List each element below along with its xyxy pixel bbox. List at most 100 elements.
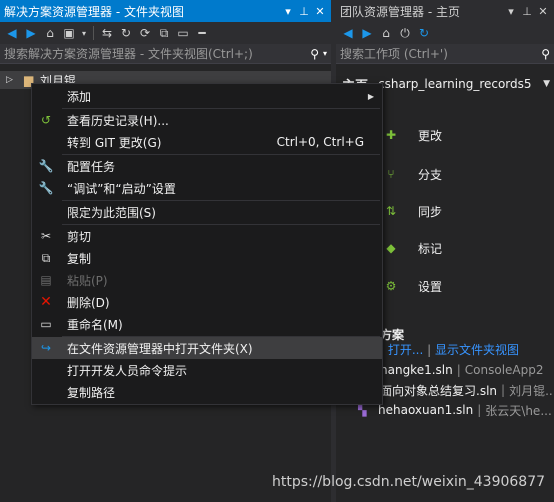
menu-item-paste: ▤ 粘贴(P): [32, 269, 382, 291]
pin-icon[interactable]: ⊥: [297, 5, 311, 18]
search-icon[interactable]: ⚲: [310, 47, 319, 61]
menu-item-view-history[interactable]: ↺ 查看历史记录(H)...: [32, 109, 382, 131]
toolbar-separator: [93, 26, 94, 40]
watermark: https://blog.csdn.net/weixin_43906877: [272, 474, 546, 490]
solution-name: hehaoxuan1.sln: [378, 403, 474, 417]
refresh-icon[interactable]: ⟳: [137, 25, 153, 41]
solution-item[interactable]: 面向对象总结复习.sln | 刘月锟...: [380, 381, 554, 399]
menu-item-label: “调试”和“启动”设置: [67, 181, 176, 196]
search-options-icon[interactable]: ▾: [323, 49, 327, 58]
action-label: 更改: [418, 128, 443, 143]
wrench-icon: 🔧: [38, 159, 54, 173]
sync-icon[interactable]: ↻: [118, 25, 134, 41]
solution-file-icon: ▚: [358, 403, 367, 417]
cut-icon: ✂: [40, 229, 52, 243]
menu-item-configure-tasks[interactable]: 🔧 配置任务: [32, 155, 382, 177]
copy-icon: ⧉: [41, 250, 51, 265]
settings-icon: ⚙: [385, 279, 397, 293]
work-items-search[interactable]: 搜索工作项 (Ctrl+') ⚲: [336, 44, 554, 64]
dropdown-icon[interactable]: ▾: [504, 5, 518, 18]
close-icon[interactable]: ✕: [536, 5, 550, 18]
repository-name: csharp_learning_records5: [378, 77, 532, 91]
switch-views-icon[interactable]: ▣: [61, 25, 77, 41]
tag-icon: ◆: [386, 241, 396, 255]
menu-item-label: 粘贴(P): [67, 273, 108, 288]
menu-item-label: 复制: [67, 251, 92, 266]
open-folder-icon: ↪: [40, 341, 52, 355]
back-icon[interactable]: ◀: [4, 25, 20, 41]
menu-item-label: 剪切: [67, 229, 92, 244]
solutions-links: | 打开... | 显示文件夹视图: [380, 343, 519, 357]
changes-icon: ✚: [385, 128, 397, 142]
paste-icon: ▤: [40, 273, 52, 287]
chevron-down-icon[interactable]: ▼: [543, 79, 550, 89]
menu-item-label: 转到 GIT 更改(G): [67, 135, 162, 150]
pin-icon[interactable]: ⊥: [520, 5, 534, 18]
wrench-icon: 🔧: [38, 181, 54, 195]
settings-button[interactable]: ⚙ 设置: [380, 271, 554, 301]
action-label: 设置: [418, 279, 443, 294]
menu-item-scope-to-this[interactable]: 限定为此范围(S): [32, 201, 382, 223]
forward-icon[interactable]: ▶: [23, 25, 39, 41]
open-solution-link[interactable]: 打开...: [388, 343, 423, 357]
solution-item[interactable]: ▚ hehaoxuan1.sln | 张云天\he...: [358, 401, 552, 419]
search-input[interactable]: 搜索解决方案资源管理器 - 文件夹视图(Ctrl+;): [4, 45, 306, 62]
solution-path: 刘月锟...: [509, 383, 554, 398]
separator: |: [456, 363, 461, 377]
rename-icon: ▭: [40, 317, 52, 331]
collapse-all-icon[interactable]: ⧉: [156, 25, 172, 41]
submenu-arrow-icon: ▶: [367, 91, 374, 101]
menu-item-rename[interactable]: ▭ 重命名(M): [32, 313, 382, 335]
search-input[interactable]: 搜索工作项 (Ctrl+'): [340, 45, 537, 62]
menu-item-shortcut: Ctrl+0, Ctrl+G: [276, 135, 364, 149]
properties-icon[interactable]: ━: [194, 25, 210, 41]
tags-button[interactable]: ◆ 标记: [380, 233, 554, 263]
menu-item-copy-path[interactable]: 复制路径: [32, 381, 382, 403]
menu-item-label: 限定为此范围(S): [67, 205, 156, 220]
changes-button[interactable]: ✚ 更改: [380, 120, 554, 150]
menu-item-label: 复制路径: [67, 385, 116, 400]
menu-item-label: 配置任务: [67, 159, 116, 174]
expand-arrow-icon[interactable]: ▷: [6, 75, 24, 85]
show-all-files-icon[interactable]: ▭: [175, 25, 191, 41]
separator: |: [477, 403, 482, 417]
connect-icon[interactable]: ⏻: [397, 25, 413, 41]
home-icon[interactable]: ⌂: [42, 25, 58, 41]
menu-item-open-in-file-explorer[interactable]: ↪ 在文件资源管理器中打开文件夹(X): [32, 337, 382, 359]
dropdown-icon[interactable]: ▾: [281, 5, 295, 18]
menu-item-debug-launch-settings[interactable]: 🔧 “调试”和“启动”设置: [32, 177, 382, 199]
action-label: 同步: [418, 204, 443, 219]
branch-icon: ⑂: [387, 167, 395, 181]
forward-icon[interactable]: ▶: [359, 25, 375, 41]
action-label: 标记: [418, 241, 443, 256]
solution-item[interactable]: hangke1.sln | ConsoleApp2: [380, 361, 544, 379]
delete-icon: ✕: [40, 294, 52, 310]
home-icon[interactable]: ⌂: [378, 25, 394, 41]
context-menu: 添加 ▶ ↺ 查看历史记录(H)... 转到 GIT 更改(G) Ctrl+0,…: [31, 83, 383, 405]
search-icon[interactable]: ⚲: [541, 47, 550, 61]
close-icon[interactable]: ✕: [313, 5, 327, 18]
menu-item-add[interactable]: 添加 ▶: [32, 85, 382, 107]
switch-views-dropdown-icon[interactable]: ▾: [80, 25, 88, 41]
solution-explorer-toolbar: ◀ ▶ ⌂ ▣ ▾ ⇆ ↻ ⟳ ⧉ ▭ ━: [0, 22, 331, 44]
menu-item-copy[interactable]: ⧉ 复制: [32, 247, 382, 269]
menu-item-cut[interactable]: ✂ 剪切: [32, 225, 382, 247]
menu-item-delete[interactable]: ✕ 删除(D): [32, 291, 382, 313]
sync-button[interactable]: ⇅ 同步: [380, 196, 554, 226]
action-label: 分支: [418, 167, 443, 182]
separator: |: [501, 383, 506, 397]
team-explorer-titlebar: 团队资源管理器 - 主页 ▾ ⊥ ✕: [336, 0, 554, 22]
branches-button[interactable]: ⑂ 分支: [380, 159, 554, 189]
menu-item-developer-command-prompt[interactable]: 打开开发人员命令提示: [32, 359, 382, 381]
back-icon[interactable]: ◀: [340, 25, 356, 41]
history-icon: ↺: [40, 113, 52, 127]
menu-item-git-changes[interactable]: 转到 GIT 更改(G) Ctrl+0, Ctrl+G: [32, 131, 382, 153]
refresh-icon[interactable]: ↻: [416, 25, 432, 41]
solution-explorer-search[interactable]: 搜索解决方案资源管理器 - 文件夹视图(Ctrl+;) ⚲ ▾: [0, 44, 331, 64]
menu-item-label: 重命名(M): [67, 317, 123, 332]
solution-explorer-titlebar: 解决方案资源管理器 - 文件夹视图 ▾ ⊥ ✕: [0, 0, 331, 22]
show-folder-view-link[interactable]: 显示文件夹视图: [435, 343, 519, 357]
menu-item-label: 在文件资源管理器中打开文件夹(X): [67, 341, 253, 356]
pending-changes-filter-icon[interactable]: ⇆: [99, 25, 115, 41]
menu-item-label: 打开开发人员命令提示: [67, 363, 188, 378]
